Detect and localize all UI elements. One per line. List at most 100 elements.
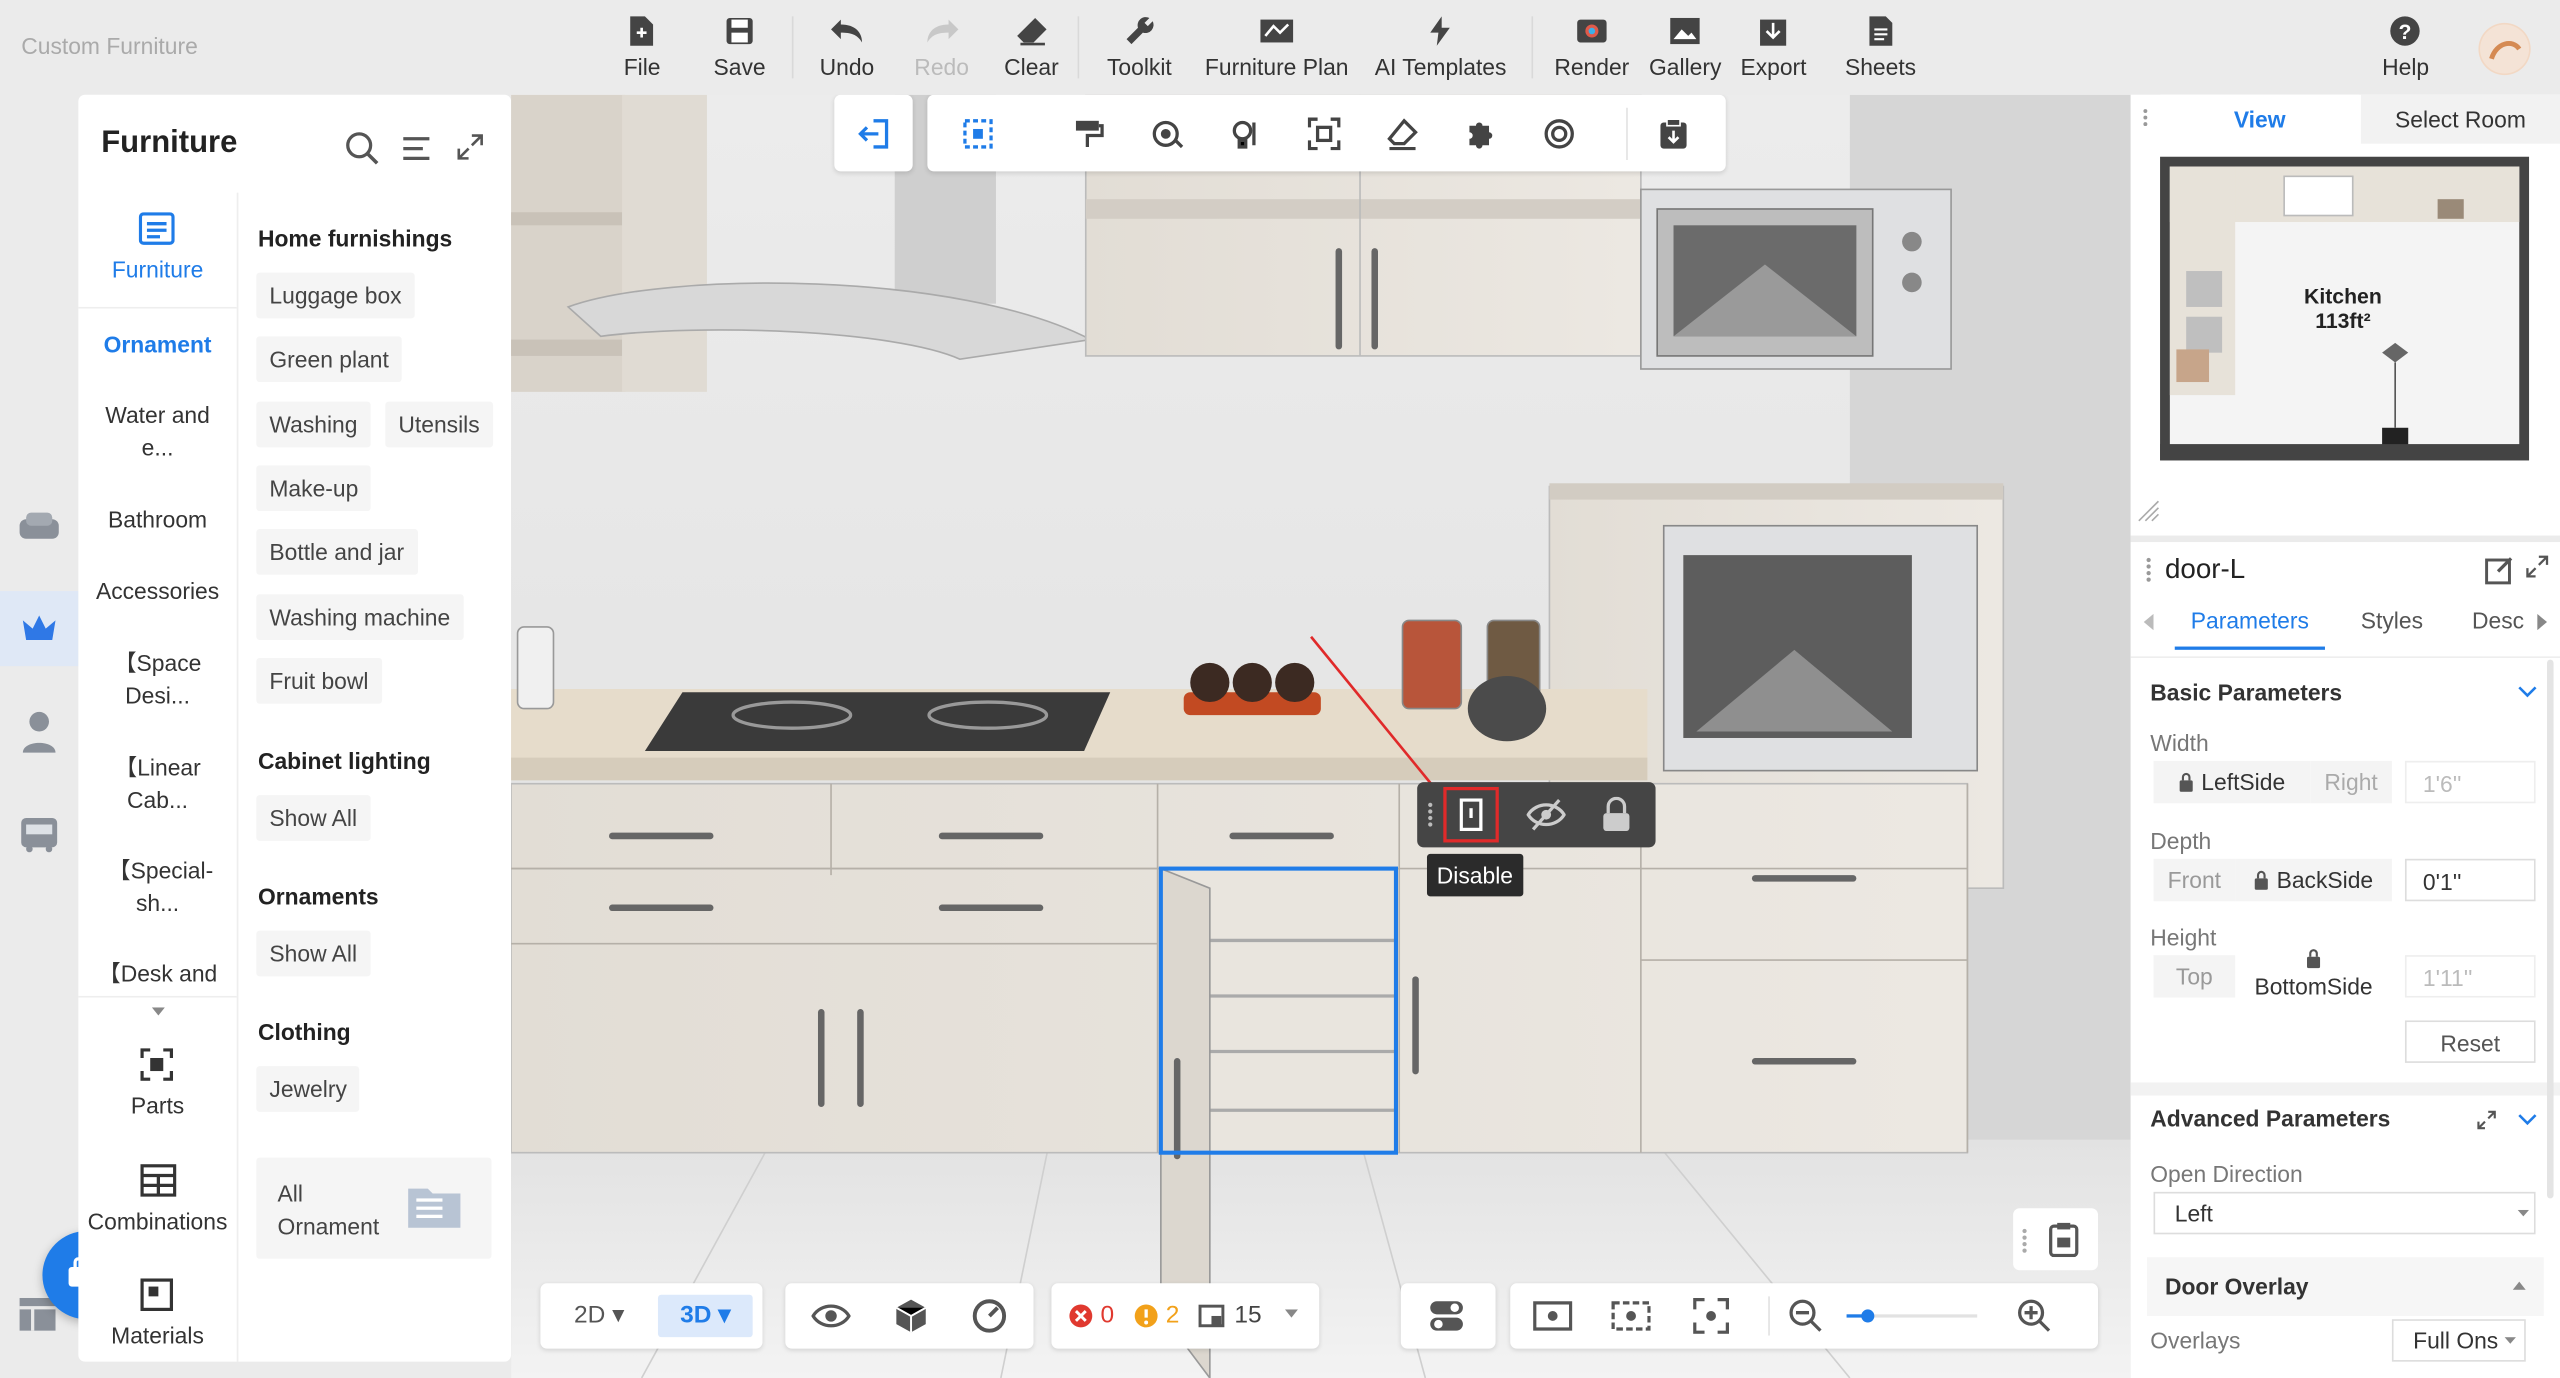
tag-fruit-bowl[interactable]: Fruit bowl bbox=[256, 657, 382, 704]
paste-card[interactable] bbox=[2013, 1208, 2099, 1271]
tag-washing-machine[interactable]: Washing machine bbox=[256, 594, 464, 641]
door-overlay-header[interactable]: Door Overlay bbox=[2147, 1257, 2544, 1316]
reset-button[interactable]: Reset bbox=[2404, 1020, 2536, 1063]
camera-settings-icon[interactable] bbox=[1533, 1298, 1573, 1334]
hide-eye-icon[interactable] bbox=[1526, 797, 1566, 833]
material-picker-icon[interactable] bbox=[1149, 116, 1185, 152]
tab-select-room[interactable]: Select Room bbox=[2360, 94, 2560, 144]
cube-icon[interactable] bbox=[893, 1298, 929, 1334]
ai-templates-button[interactable]: AI Templates bbox=[1375, 13, 1506, 88]
category-space-design[interactable]: 【Space Desi... bbox=[78, 647, 236, 712]
render-button[interactable]: Render bbox=[1554, 13, 1629, 88]
depth-value-input[interactable]: 0'1'' bbox=[2404, 858, 2536, 902]
width-right-option[interactable]: Right bbox=[2310, 760, 2392, 804]
edit-icon[interactable] bbox=[2485, 555, 2514, 585]
category-ornament[interactable]: Ornament bbox=[78, 328, 236, 361]
tab-styles[interactable]: Styles bbox=[2343, 601, 2441, 650]
height-top-option[interactable]: Top bbox=[2153, 955, 2236, 998]
resize-handle-icon[interactable] bbox=[2137, 500, 2160, 523]
category-special-shaped[interactable]: 【Special-sh... bbox=[78, 854, 236, 919]
status-counts-group[interactable]: 0 2 15 bbox=[1051, 1283, 1320, 1349]
expand-icon[interactable] bbox=[2477, 1110, 2497, 1130]
undo-button[interactable]: Undo bbox=[820, 13, 874, 88]
zoom-slider-thumb[interactable] bbox=[1861, 1309, 1875, 1323]
speedometer-icon[interactable] bbox=[971, 1298, 1007, 1334]
tab-scroll-left-icon[interactable] bbox=[2143, 613, 2154, 631]
file-button[interactable]: File bbox=[624, 13, 661, 88]
search-icon[interactable] bbox=[344, 131, 380, 167]
category-parts[interactable]: Parts bbox=[78, 1048, 236, 1123]
clipboard-icon[interactable] bbox=[1656, 116, 1692, 152]
redo-button[interactable]: Redo bbox=[914, 13, 969, 88]
width-leftside-option[interactable]: LeftSide bbox=[2153, 760, 2311, 804]
custom-cabinet-tab[interactable] bbox=[0, 591, 79, 667]
toolkit-button[interactable]: Toolkit bbox=[1107, 13, 1172, 88]
save-button[interactable]: Save bbox=[713, 13, 766, 88]
drag-handle-icon[interactable] bbox=[2144, 557, 2154, 583]
help-button[interactable]: ? Help bbox=[2382, 13, 2429, 88]
tab-view[interactable]: View bbox=[2160, 94, 2360, 144]
light-icon[interactable] bbox=[1228, 116, 1264, 152]
tab-parameters[interactable]: Parameters bbox=[2174, 601, 2325, 650]
overlays-select[interactable]: Full Ons bbox=[2391, 1319, 2526, 1362]
bus-icon[interactable] bbox=[18, 813, 60, 855]
category-accessories[interactable]: Accessories bbox=[78, 575, 236, 608]
zoom-out-icon[interactable] bbox=[1788, 1298, 1824, 1334]
zoom-in-icon[interactable] bbox=[2016, 1298, 2052, 1334]
category-combinations[interactable]: Combinations bbox=[78, 1164, 236, 1239]
eraser-brush-icon[interactable] bbox=[1385, 116, 1421, 152]
export-button[interactable]: Export bbox=[1740, 13, 1807, 88]
expand-icon[interactable] bbox=[2526, 555, 2549, 578]
disable-button[interactable] bbox=[1443, 786, 1499, 843]
advanced-parameters-header[interactable]: Advanced Parameters bbox=[2150, 1105, 2390, 1131]
floor-plan-minimap[interactable]: Kitchen 113ft² bbox=[2160, 156, 2530, 461]
tag-green-plant[interactable]: Green plant bbox=[256, 336, 402, 383]
toggle-settings-icon[interactable] bbox=[1429, 1298, 1465, 1334]
focus-frame-icon[interactable] bbox=[1306, 116, 1342, 152]
tag-bottle-and-jar[interactable]: Bottle and jar bbox=[256, 528, 418, 575]
panel-scrollbar[interactable] bbox=[2547, 659, 2554, 1199]
expand-icon[interactable] bbox=[457, 134, 483, 160]
height-bottomside-option[interactable]: BottomSide bbox=[2235, 947, 2392, 1009]
drag-handle-icon[interactable] bbox=[2140, 108, 2150, 131]
3d-viewport[interactable]: Disable 2D ▾ 3D ▾ 0 2 15 bbox=[511, 94, 2131, 1378]
gallery-button[interactable]: Gallery bbox=[1649, 13, 1721, 88]
category-desk[interactable]: 【Desk and bbox=[78, 957, 236, 990]
fit-view-icon[interactable] bbox=[1693, 1297, 1730, 1334]
category-materials[interactable]: Materials bbox=[78, 1278, 236, 1353]
exit-button[interactable] bbox=[856, 116, 892, 152]
basic-parameters-header[interactable]: Basic Parameters bbox=[2150, 679, 2342, 705]
depth-backside-option[interactable]: BackSide bbox=[2235, 858, 2392, 902]
eye-icon[interactable] bbox=[811, 1300, 851, 1333]
filter-list-icon[interactable] bbox=[402, 134, 435, 163]
camera-adjust-icon[interactable] bbox=[1611, 1298, 1651, 1334]
user-avatar[interactable] bbox=[2478, 22, 2531, 76]
drag-handle-icon[interactable] bbox=[1425, 802, 1435, 828]
tag-jewelry[interactable]: Jewelry bbox=[256, 1066, 360, 1112]
tag-show-all-ornaments[interactable]: Show All bbox=[256, 930, 371, 977]
all-ornament-card[interactable]: All Ornament bbox=[256, 1157, 492, 1259]
width-value-input[interactable]: 1'6'' bbox=[2404, 760, 2536, 804]
target-icon[interactable] bbox=[1541, 116, 1577, 152]
open-direction-select[interactable]: Left bbox=[2153, 1191, 2536, 1235]
tag-make-up[interactable]: Make-up bbox=[256, 465, 372, 512]
height-value-input[interactable]: 1'11'' bbox=[2404, 955, 2536, 998]
more-categories[interactable] bbox=[78, 995, 237, 1027]
category-bathroom[interactable]: Bathroom bbox=[78, 503, 236, 536]
sofa-icon[interactable] bbox=[16, 506, 62, 548]
tag-utensils[interactable]: Utensils bbox=[385, 401, 493, 448]
category-linear-cabinet[interactable]: 【Linear Cab... bbox=[78, 751, 236, 816]
category-furniture[interactable]: Furniture bbox=[78, 193, 237, 309]
depth-front-option[interactable]: Front bbox=[2153, 858, 2236, 902]
tag-luggage-box[interactable]: Luggage box bbox=[256, 272, 415, 319]
sheets-button[interactable]: Sheets bbox=[1845, 13, 1916, 88]
furniture-plan-button[interactable]: Furniture Plan bbox=[1205, 13, 1349, 88]
mode-2d-button[interactable]: 2D ▾ bbox=[557, 1295, 642, 1337]
category-water[interactable]: Water and e... bbox=[78, 398, 236, 463]
box-select-icon[interactable] bbox=[960, 116, 996, 152]
chevron-down-icon[interactable] bbox=[2518, 1114, 2538, 1127]
mode-3d-button[interactable]: 3D ▾ bbox=[657, 1294, 753, 1338]
puzzle-icon[interactable] bbox=[1463, 116, 1499, 152]
paint-roller-icon[interactable] bbox=[1071, 116, 1107, 152]
tag-washing[interactable]: Washing bbox=[256, 401, 371, 448]
